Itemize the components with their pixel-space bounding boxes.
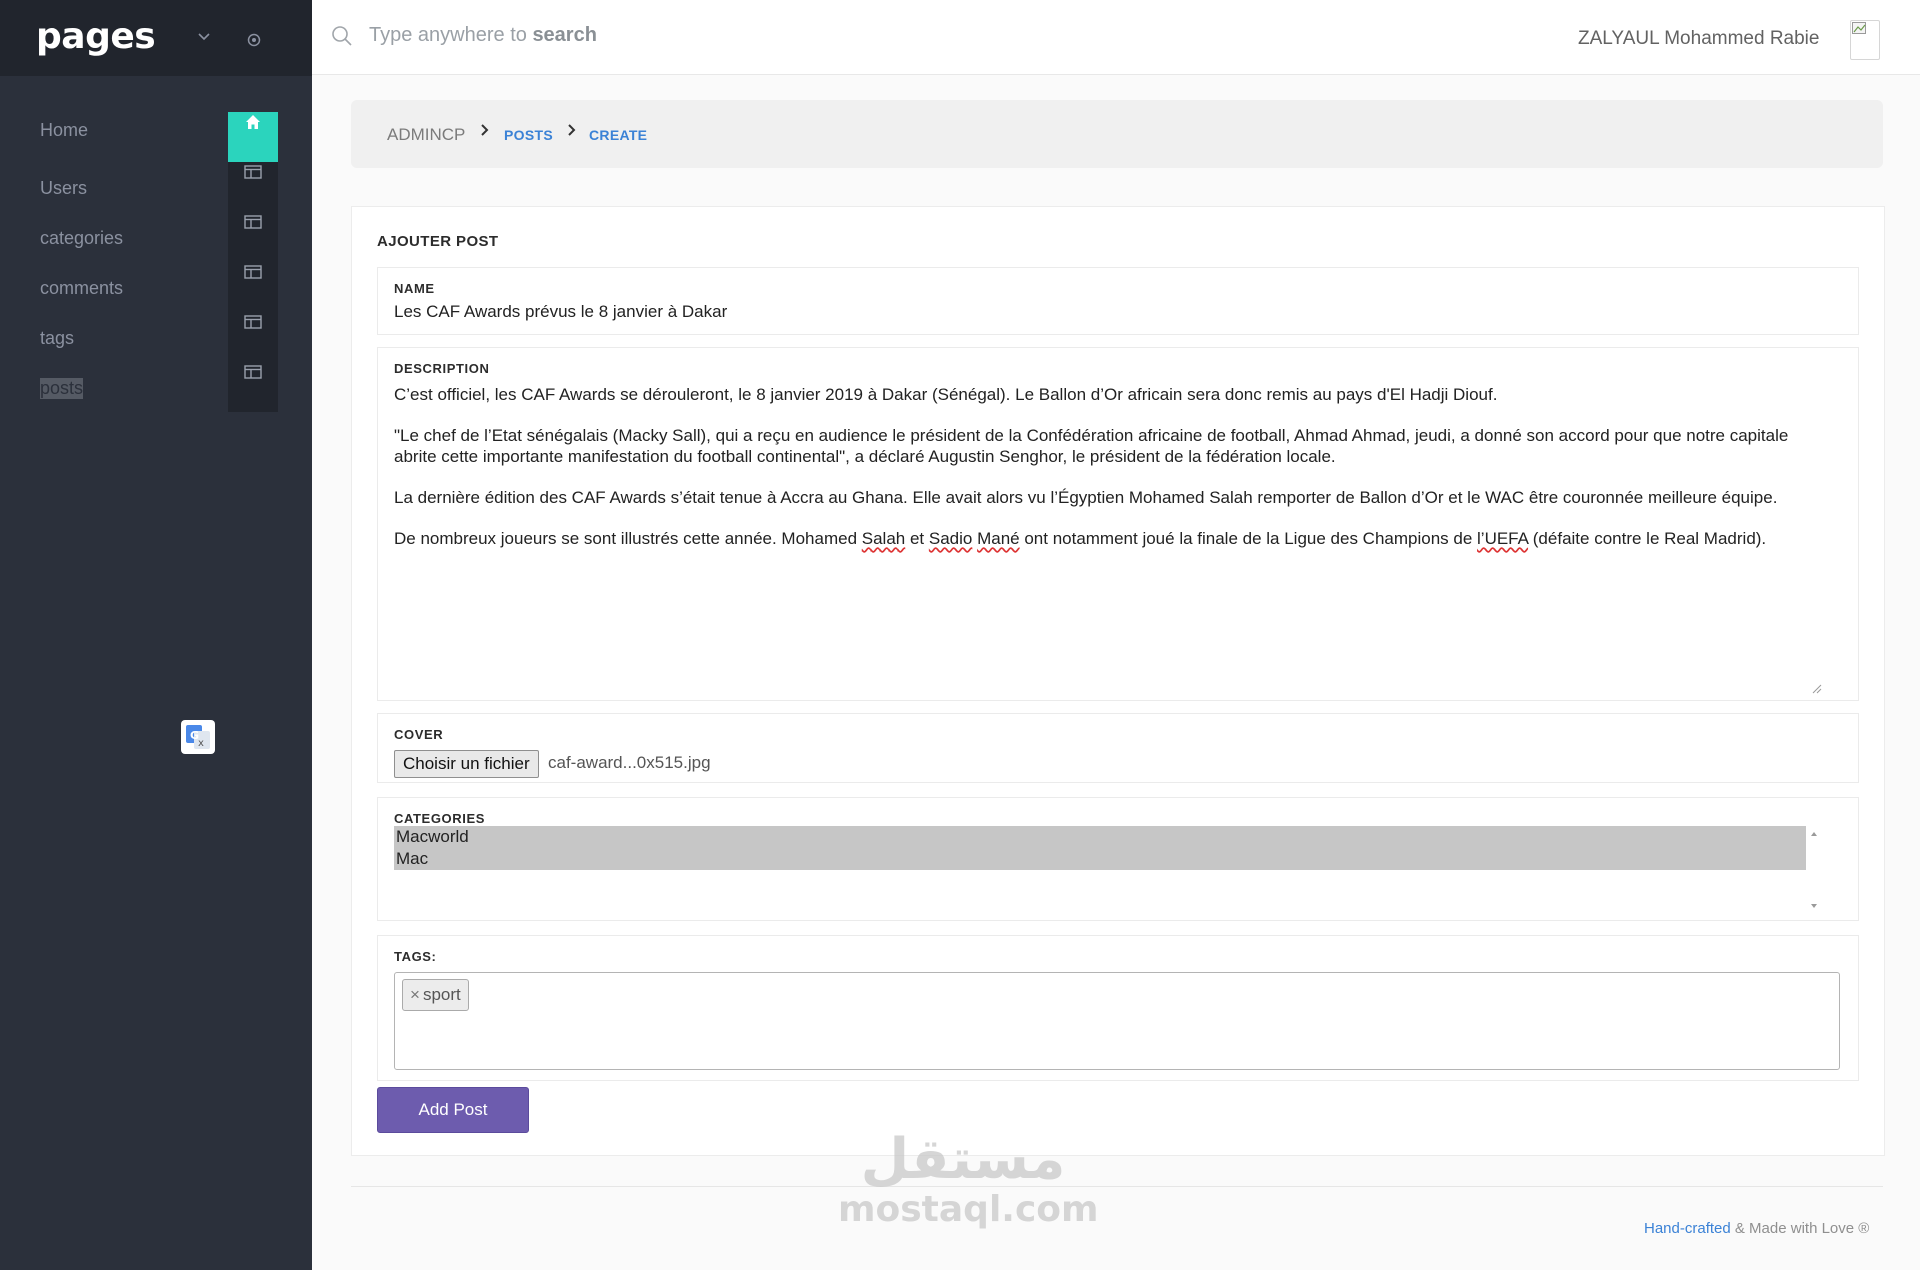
misspelled-word: l’UEFA xyxy=(1477,529,1529,548)
categories-label: CATEGORIES xyxy=(394,811,485,826)
chevron-right-icon xyxy=(481,124,489,136)
categories-field-group: CATEGORIES Macworld Mac xyxy=(377,797,1859,921)
tags-label: TAGS: xyxy=(394,949,437,964)
description-paragraph: La dernière édition des CAF Awards s’éta… xyxy=(394,488,1778,507)
text-run: De nombreux joueurs se sont illustrés ce… xyxy=(394,529,862,548)
selected-file-name: caf-award...0x515.jpg xyxy=(548,753,711,772)
scroll-up-icon[interactable] xyxy=(1806,826,1822,842)
translate-icon[interactable]: G x xyxy=(181,720,215,754)
search-placeholder-text: Type anywhere to xyxy=(369,24,527,46)
description-paragraph: De nombreux joueurs se sont illustrés ce… xyxy=(394,528,1814,549)
description-paragraph: "Le chef de l’Etat sénégalais (Macky Sal… xyxy=(394,426,1789,466)
category-option-macworld[interactable]: Macworld xyxy=(394,826,1806,848)
sidebar-item-posts[interactable]: posts xyxy=(40,378,84,399)
sidebar: pages Home Users categories comments tag… xyxy=(0,0,312,1270)
brand-logo[interactable]: pages xyxy=(36,16,156,57)
sidebar-item-tags[interactable]: tags xyxy=(40,328,74,349)
watermark-latin: mostaql.com xyxy=(838,1189,1099,1230)
grid-icon[interactable] xyxy=(244,315,262,329)
footer: Hand-crafted & Made with Love ® xyxy=(1644,1220,1869,1237)
breadcrumb-create[interactable]: CREATE xyxy=(589,127,647,143)
search-placeholder-bold: search xyxy=(532,24,597,46)
scroll-down-icon[interactable] xyxy=(1806,898,1822,914)
grid-icon[interactable] xyxy=(244,365,262,379)
misspelled-word: Sadio xyxy=(928,529,973,548)
breadcrumb-posts[interactable]: POSTS xyxy=(504,127,553,143)
misspelled-word: Mané xyxy=(977,529,1020,548)
categories-multiselect[interactable]: Macworld Mac xyxy=(394,826,1822,914)
avatar[interactable] xyxy=(1850,20,1880,60)
footer-divider xyxy=(351,1186,1883,1187)
sidebar-item-users[interactable]: Users xyxy=(40,178,87,199)
text-run: et xyxy=(905,529,929,548)
misspelled-word: Salah xyxy=(861,529,906,548)
category-option-mac[interactable]: Mac xyxy=(394,848,1806,870)
add-post-button[interactable]: Add Post xyxy=(377,1087,529,1133)
broken-image-icon xyxy=(1852,22,1866,34)
name-input[interactable]: Les CAF Awards prévus le 8 janvier à Dak… xyxy=(394,302,727,322)
search-input[interactable]: Type anywhere to search xyxy=(369,24,597,47)
footer-text: & Made with Love ® xyxy=(1730,1220,1870,1237)
description-paragraph: C’est officiel, les CAF Awards se déroul… xyxy=(394,385,1498,404)
name-field-group[interactable]: NAME Les CAF Awards prévus le 8 janvier … xyxy=(377,267,1859,335)
user-name[interactable]: ZALYAUL Mohammed Rabie xyxy=(1578,28,1819,50)
tag-chip-label: sport xyxy=(422,985,461,1004)
tags-field-group: TAGS: × sport xyxy=(377,935,1859,1081)
resize-handle-icon[interactable] xyxy=(1812,684,1822,694)
sidebar-header: pages xyxy=(0,0,312,76)
tag-chip[interactable]: × sport xyxy=(402,979,469,1011)
sidebar-item-comments[interactable]: comments xyxy=(40,278,123,299)
panel-title: AJOUTER POST xyxy=(377,233,499,250)
watermark-arabic: مستقل xyxy=(860,1127,1066,1192)
footer-link[interactable]: Hand-crafted xyxy=(1644,1220,1731,1237)
watermark: مستقل mostaql.com xyxy=(838,1127,1099,1230)
grid-icon[interactable] xyxy=(244,265,262,279)
chevron-down-icon[interactable] xyxy=(196,28,212,44)
text-run: ont notamment joué la finale de la Ligue… xyxy=(1019,529,1478,548)
breadcrumb: ADMINCP POSTS CREATE xyxy=(351,100,1883,168)
tags-input[interactable]: × sport xyxy=(394,972,1840,1070)
description-field-group[interactable]: DESCRIPTION C’est officiel, les CAF Awar… xyxy=(377,347,1859,701)
sidebar-icon-column xyxy=(228,112,278,412)
cover-field-group: COVER Choisir un fichier caf-award...0x5… xyxy=(377,713,1859,783)
chevron-right-icon xyxy=(568,124,576,136)
grid-icon[interactable] xyxy=(244,215,262,229)
sidebar-item-categories[interactable]: categories xyxy=(40,228,123,249)
remove-tag-icon[interactable]: × xyxy=(410,985,420,1004)
description-textarea[interactable]: C’est officiel, les CAF Awards se déroul… xyxy=(394,384,1814,569)
home-icon xyxy=(246,115,260,129)
search-icon[interactable] xyxy=(330,24,354,48)
cover-label: COVER xyxy=(394,727,444,742)
choose-file-button[interactable]: Choisir un fichier xyxy=(394,750,539,778)
top-bar: Type anywhere to search ZALYAUL Mohammed… xyxy=(312,0,1920,75)
name-label: NAME xyxy=(394,281,435,296)
breadcrumb-admincp[interactable]: ADMINCP xyxy=(387,125,465,145)
grid-icon[interactable] xyxy=(244,165,262,179)
sidebar-item-home[interactable]: Home xyxy=(40,120,88,141)
target-icon[interactable] xyxy=(246,32,262,48)
home-icon-tab[interactable] xyxy=(228,112,278,162)
description-label: DESCRIPTION xyxy=(394,361,490,376)
svg-text:x: x xyxy=(198,738,204,749)
add-post-panel: AJOUTER POST NAME Les CAF Awards prévus … xyxy=(351,206,1885,1156)
text-run: (défaite contre le Real Madrid). xyxy=(1528,529,1767,548)
